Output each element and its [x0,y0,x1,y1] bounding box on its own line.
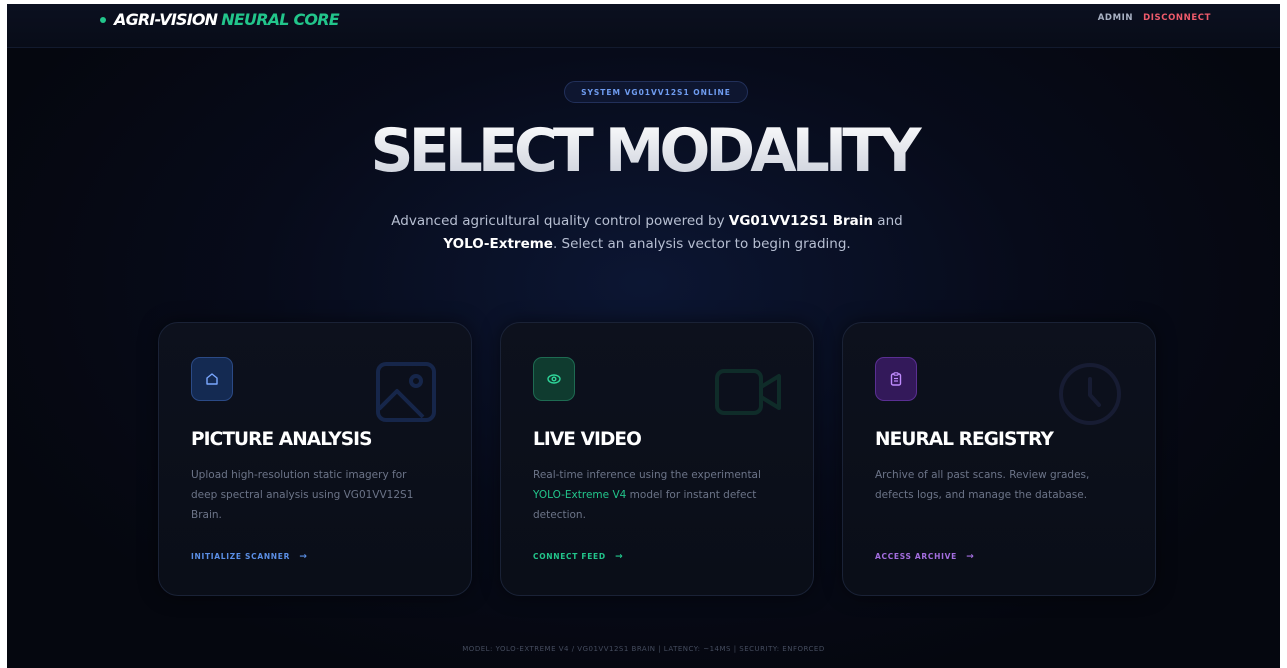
brain-model-name: VG01VV12S1 Brain [728,213,873,229]
top-navbar: AGRI-VISION NEURAL CORE ADMIN DISCONNECT [7,4,1280,48]
admin-label: ADMIN [1097,13,1134,23]
disconnect-button[interactable]: DISCONNECT [1143,13,1211,23]
system-footer: MODEL: YOLO-EXTREME V4 / VG01VV12S1 BRAI… [462,645,825,653]
card-picture-analysis[interactable]: PICTURE ANALYSIS Upload high-resolution … [158,322,472,596]
brand-subtitle: NEURAL CORE [221,10,339,29]
hero-desc-text: and [873,213,903,229]
initialize-scanner-link[interactable]: INITIALIZE SCANNER → [191,552,308,562]
hero-desc-text: Advanced agricultural quality control po… [391,213,729,229]
arrow-right-icon: → [615,552,624,562]
card-desc-text: Real-time inference using the experiment… [533,469,761,481]
brand-name: AGRI-VISION [114,10,218,29]
card-title: LIVE VIDEO [533,429,642,450]
card-title: NEURAL REGISTRY [875,429,1054,450]
hero-desc-text: . Select an analysis vector to begin gra… [552,236,851,252]
arrow-right-icon: → [299,552,308,562]
clipboard-icon [875,357,917,401]
action-label: CONNECT FEED [533,552,606,561]
card-description: Real-time inference using the experiment… [533,465,773,525]
clock-icon [1059,363,1121,425]
system-status-badge: SYSTEM VG01VV12S1 ONLINE [564,81,748,103]
home-icon [191,357,233,401]
card-neural-registry[interactable]: NEURAL REGISTRY Archive of all past scan… [842,322,1156,596]
connect-feed-link[interactable]: CONNECT FEED → [533,552,623,562]
yolo-model-highlight: YOLO-Extreme V4 [533,489,627,501]
eye-icon [533,357,575,401]
page-title: SELECT MODALITY [7,116,1280,186]
access-archive-link[interactable]: ACCESS ARCHIVE → [875,552,974,562]
nav-user-area: ADMIN DISCONNECT [1098,13,1211,23]
image-icon [376,362,436,422]
card-live-video[interactable]: LIVE VIDEO Real-time inference using the… [500,322,814,596]
video-camera-icon [715,369,781,415]
action-label: INITIALIZE SCANNER [191,552,291,561]
brand-logo[interactable]: AGRI-VISION NEURAL CORE [100,10,340,29]
card-description: Upload high-resolution static imagery fo… [191,469,414,521]
arrow-right-icon: → [966,552,975,562]
yolo-model-name: YOLO-Extreme [443,236,553,252]
card-description: Archive of all past scans. Review grades… [875,469,1090,501]
action-label: ACCESS ARCHIVE [875,552,957,561]
status-dot-icon [100,16,106,23]
card-title: PICTURE ANALYSIS [191,429,372,450]
hero-description: Advanced agricultural quality control po… [367,210,927,256]
app-frame: AGRI-VISION NEURAL CORE ADMIN DISCONNECT… [7,4,1280,668]
